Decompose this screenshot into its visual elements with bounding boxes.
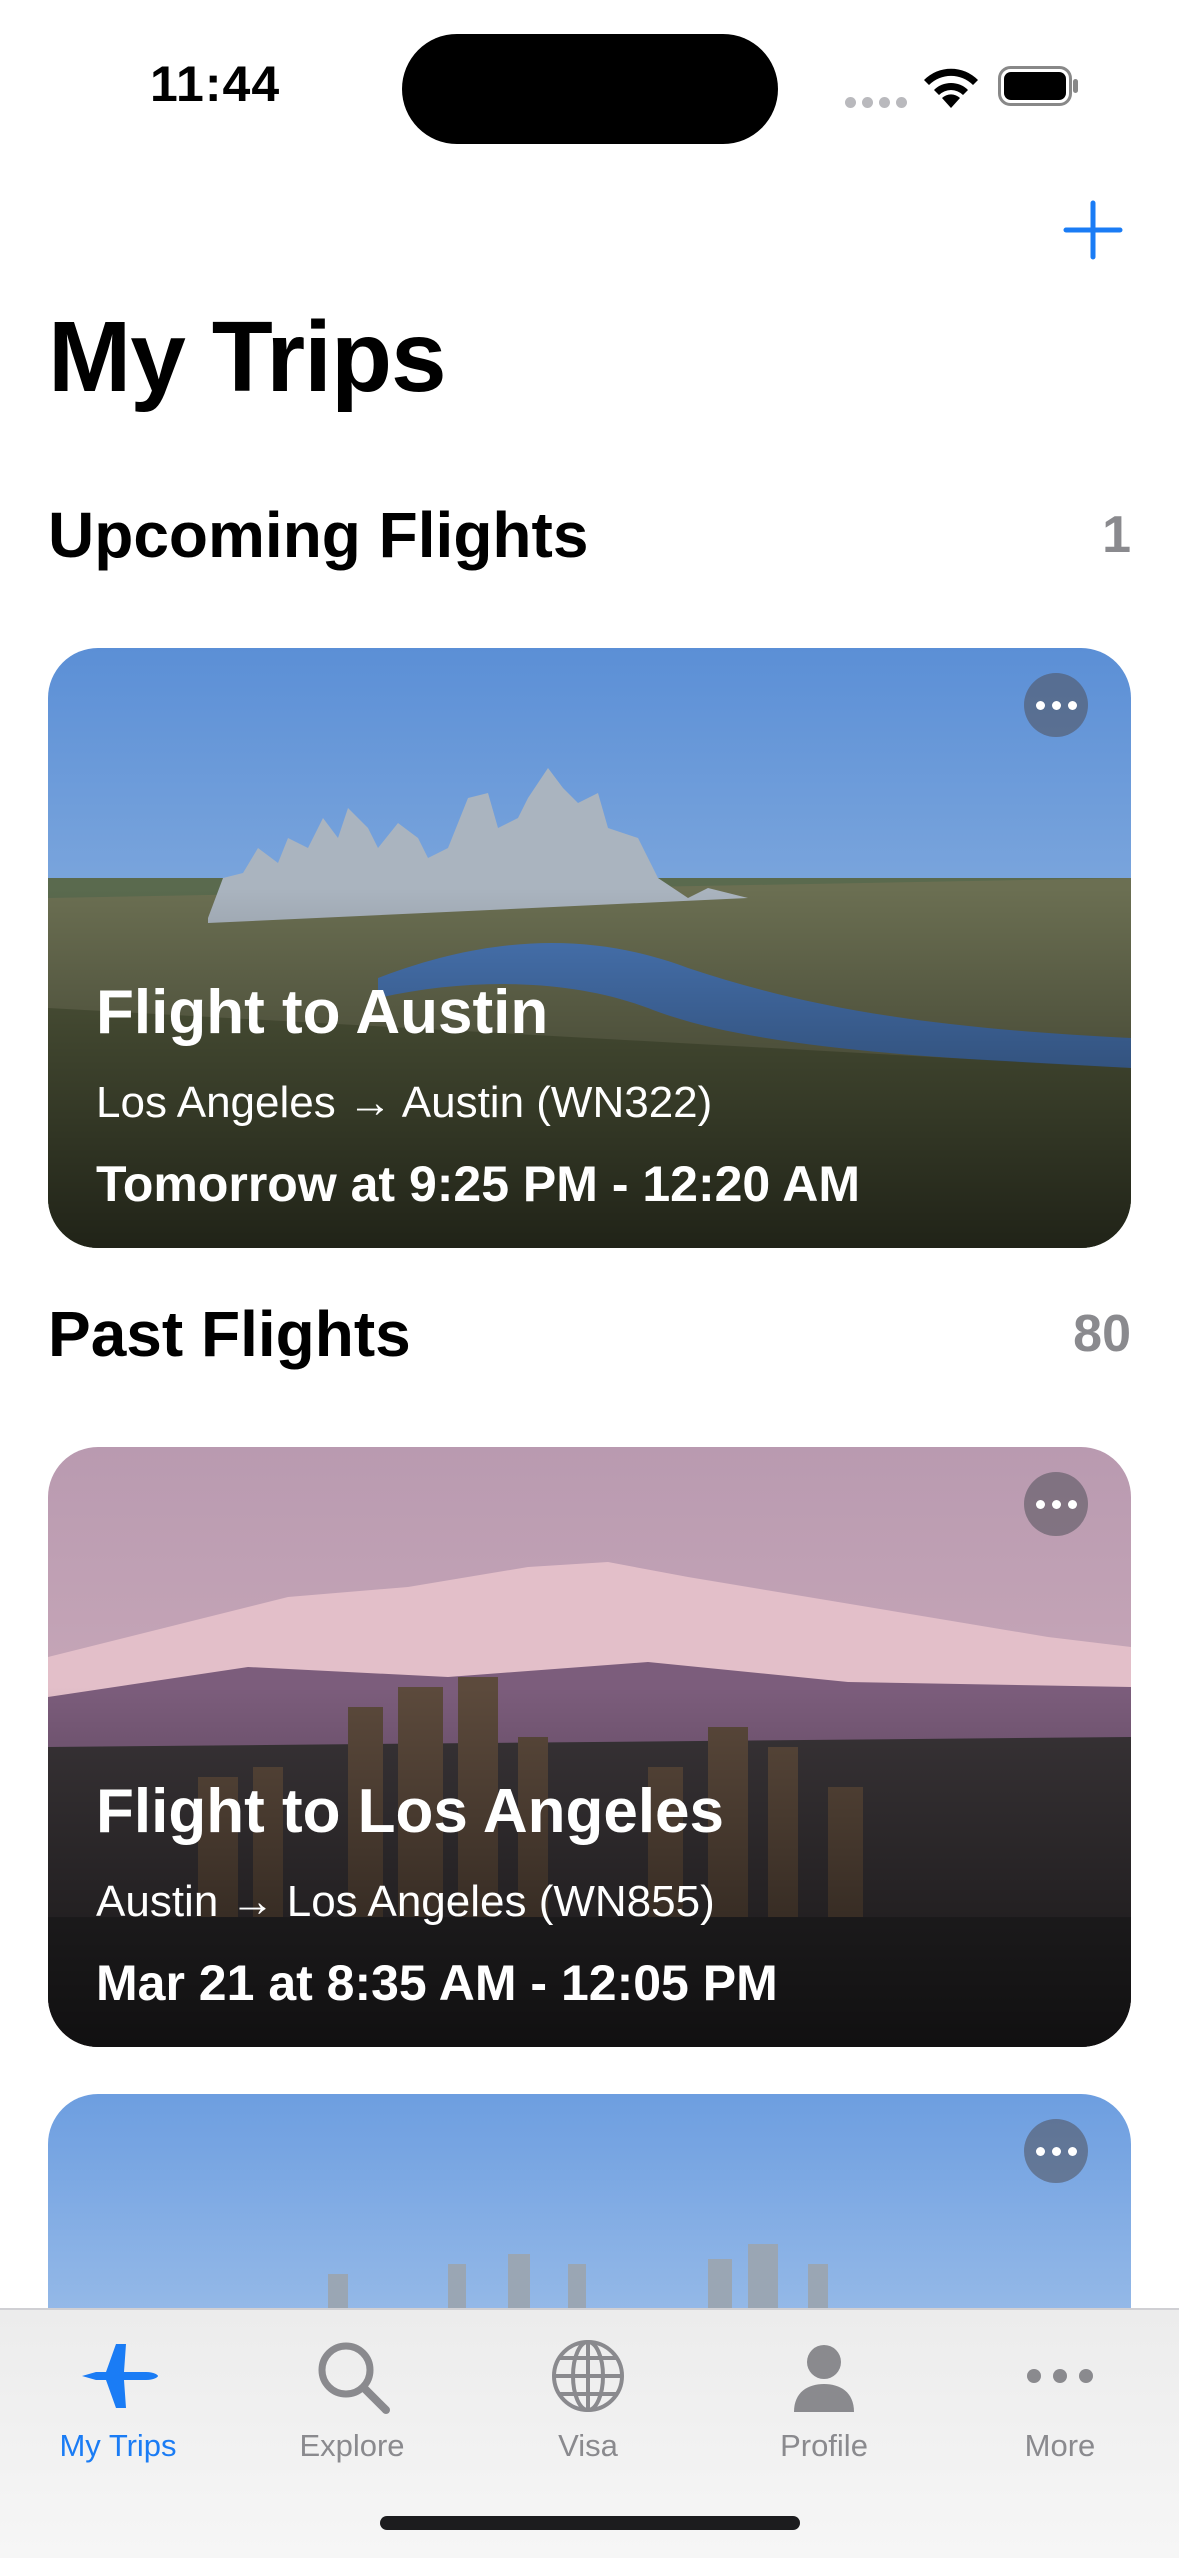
tab-profile[interactable]: Profile [724, 2310, 924, 2490]
battery-icon [998, 66, 1078, 106]
card-time: Tomorrow at 9:25 PM - 12:20 AM [96, 1156, 861, 1212]
card-title: Flight to Los Angeles [96, 1777, 725, 1846]
home-indicator [380, 2516, 800, 2530]
ellipsis-icon[interactable] [1024, 1472, 1088, 1536]
status-time: 11:44 [150, 56, 281, 112]
page-title: My Trips [48, 301, 447, 413]
card-time: Mar 21 at 8:35 AM - 12:05 PM [96, 1955, 778, 2011]
tab-more[interactable]: More [960, 2310, 1160, 2490]
ellipsis-icon[interactable] [1024, 673, 1088, 737]
tab-label: Visa [558, 2428, 618, 2463]
card-title: Flight to Austin [96, 978, 549, 1047]
tab-explore[interactable]: Explore [252, 2310, 452, 2490]
past-flights-header: Past Flights 80 [48, 1297, 1131, 1371]
dynamic-island [402, 34, 778, 144]
tab-my-trips[interactable]: My Trips [18, 2310, 218, 2490]
tab-label: My Trips [59, 2428, 177, 2463]
section-title: Upcoming Flights [48, 499, 589, 571]
ellipsis-icon[interactable] [1024, 2119, 1088, 2183]
wifi-icon [924, 68, 978, 108]
tab-visa[interactable]: Visa [488, 2310, 688, 2490]
card-route: Los Angeles → Austin (WN322) [96, 1078, 713, 1127]
search-icon [318, 2342, 390, 2414]
section-count: 1 [1102, 506, 1131, 564]
plus-icon[interactable] [1058, 195, 1128, 265]
upcoming-flights-header: Upcoming Flights 1 [48, 498, 1131, 572]
globe-icon [552, 2340, 624, 2412]
flight-card-los-angeles[interactable]: Flight to Los Angeles Austin → Los Angel… [48, 1447, 1131, 2047]
tab-label: Profile [780, 2428, 868, 2463]
section-count: 80 [1073, 1305, 1131, 1363]
card-route: Austin → Los Angeles (WN855) [96, 1877, 715, 1926]
tab-label: More [1024, 2428, 1096, 2463]
cellular-signal-icon [845, 97, 907, 108]
airplane-icon [82, 2344, 158, 2408]
flight-card-austin[interactable]: Flight to Austin Los Angeles → Austin (W… [48, 648, 1131, 1248]
ellipsis-icon [1027, 2369, 1093, 2383]
tab-label: Explore [299, 2428, 405, 2463]
section-title: Past Flights [48, 1298, 411, 1370]
person-icon [794, 2345, 854, 2412]
